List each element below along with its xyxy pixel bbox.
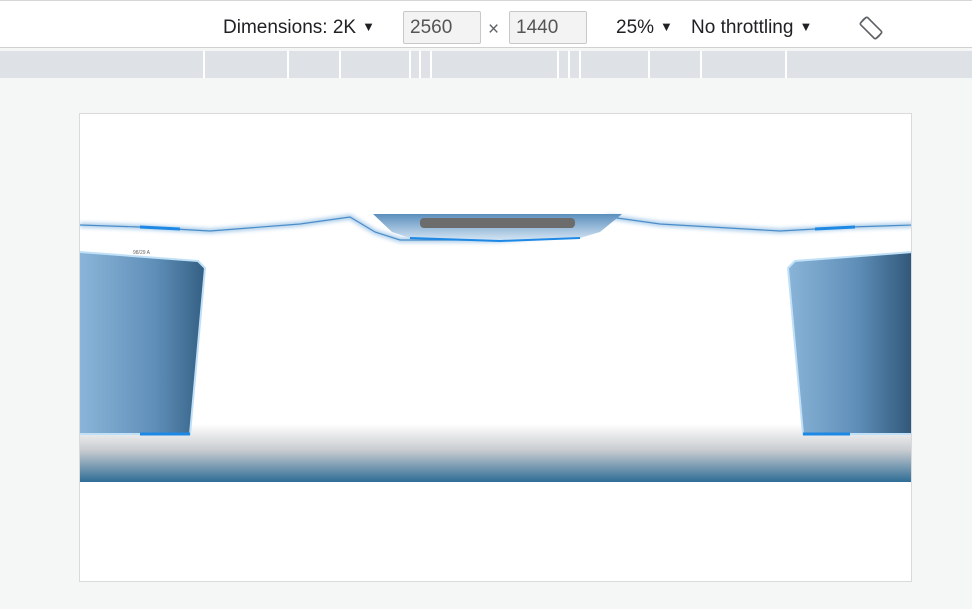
dimensions-dropdown[interactable]: Dimensions: 2K ▼: [223, 17, 375, 40]
right-panel: [786, 251, 911, 436]
zoom-dropdown[interactable]: 25% ▼: [616, 17, 673, 40]
media-query-marker[interactable]: [785, 51, 787, 78]
media-query-marker[interactable]: [339, 51, 341, 78]
media-query-marker[interactable]: [648, 51, 650, 78]
chevron-down-icon: ▼: [660, 19, 673, 34]
media-query-bar[interactable]: [0, 51, 972, 78]
device-viewport[interactable]: 98/29 A: [79, 113, 912, 582]
height-input[interactable]: [509, 11, 587, 44]
throttling-label: No throttling: [691, 17, 794, 38]
media-query-marker[interactable]: [700, 51, 702, 78]
left-panel: [80, 251, 207, 436]
floor-band: [80, 424, 911, 482]
media-query-marker[interactable]: [409, 51, 411, 78]
chevron-down-icon: ▼: [362, 19, 375, 34]
page-caption: 98/29 A: [133, 250, 150, 256]
top-notch: [373, 214, 622, 243]
media-query-marker[interactable]: [557, 51, 559, 78]
media-query-marker[interactable]: [579, 51, 581, 78]
media-query-marker[interactable]: [568, 51, 570, 78]
media-query-marker[interactable]: [203, 51, 205, 78]
dimensions-label: Dimensions: 2K: [223, 17, 357, 38]
width-input[interactable]: [403, 11, 481, 44]
times-separator: ×: [488, 19, 500, 40]
media-query-marker[interactable]: [430, 51, 432, 78]
device-toolbar: Dimensions: 2K ▼ × 25% ▼ No throttling ▼: [0, 0, 972, 48]
rotate-button[interactable]: [857, 14, 885, 42]
zoom-label: 25%: [616, 17, 655, 38]
rotate-device-icon: [859, 16, 883, 40]
media-query-marker[interactable]: [419, 51, 421, 78]
throttling-dropdown[interactable]: No throttling ▼: [691, 17, 812, 40]
page-render: [80, 214, 911, 482]
chevron-down-icon: ▼: [799, 19, 813, 34]
media-query-marker[interactable]: [287, 51, 289, 78]
